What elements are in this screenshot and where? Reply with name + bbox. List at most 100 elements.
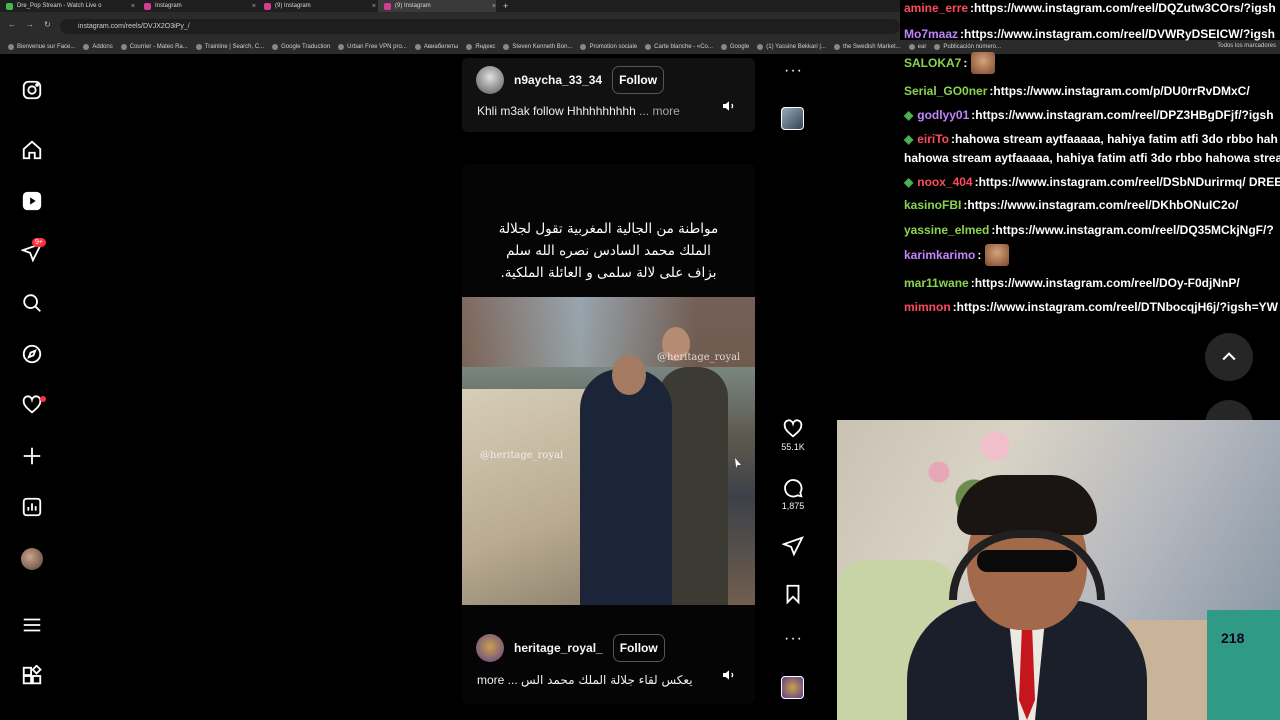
username[interactable]: n9aycha_33_34 [514, 73, 602, 87]
notification-dot [40, 396, 46, 402]
tab-label: (9) Instagram [275, 3, 311, 9]
reels-icon[interactable] [20, 189, 44, 213]
bookmark-label: Trainline | Search, C... [204, 44, 265, 50]
bookmark-favicon-icon [757, 44, 764, 50]
chat-username[interactable]: mimnon [904, 295, 951, 319]
chat-emote-icon [971, 52, 996, 74]
bookmark-favicon-icon [414, 44, 421, 50]
bookmark-item[interactable]: Steven Kenneth Bon... [503, 44, 572, 50]
chat-username[interactable]: kasinoFBI [904, 193, 961, 217]
bookmark-item[interactable]: Urban Free VPN pro... [338, 44, 407, 50]
instagram-favicon-icon [264, 2, 271, 10]
chat-username[interactable]: mar11wane [904, 271, 969, 295]
forward-icon[interactable]: → [26, 20, 34, 29]
tab-instagram-1[interactable]: Instagram × [138, 0, 256, 12]
instagram-favicon-icon [144, 2, 151, 10]
bookmark-item[interactable]: Carte blanche - «Co... [645, 44, 713, 50]
close-icon[interactable]: × [131, 3, 135, 10]
chat-username[interactable]: SALOKA7 [904, 51, 961, 75]
bookmark-item[interactable]: the Swedish Market... [833, 44, 901, 50]
chat-username[interactable]: noox_404 [917, 170, 972, 194]
webcam-jersey: 218 [1207, 610, 1280, 720]
bookmark-item[interactable]: Addons [83, 44, 113, 50]
comment-button[interactable]: 1,875 [778, 477, 808, 511]
chat-username[interactable]: Mo7maaz [904, 22, 958, 46]
chat-username[interactable]: karimkarimo [904, 243, 975, 267]
bookmark-label: Steven Kenneth Bon... [512, 44, 573, 50]
audio-thumbnail[interactable] [781, 676, 804, 699]
bookmark-item[interactable]: Promotion sociale [580, 44, 637, 50]
video-person-head [612, 355, 646, 395]
user-avatar[interactable] [476, 66, 504, 94]
home-icon[interactable] [20, 138, 44, 162]
username[interactable]: heritage_royal_ [514, 641, 603, 655]
more-options-icon[interactable]: ··· [784, 63, 803, 79]
chat-text: https://www.instagram.com/reel/DQ35MCkjN… [995, 223, 1274, 237]
follow-button[interactable]: Follow [612, 66, 665, 94]
reel-card-current[interactable]: مواطنة من الجالية المغربية تقول لجلالة ا… [462, 164, 755, 704]
url-input[interactable]: instagram.com/reels/DVJX2O3iPy_/ [60, 19, 900, 34]
close-icon[interactable]: × [252, 3, 256, 10]
like-button[interactable]: 55.1K [778, 418, 808, 452]
previous-reel-button[interactable] [1205, 333, 1253, 381]
video-person [580, 369, 672, 605]
bookmark-label: Bienvenue sur Face... [17, 44, 76, 50]
chat-message: Serial_GO0ner: https://www.instagram.com… [904, 79, 1250, 103]
chevron-up-icon [1222, 352, 1236, 361]
bookmark-item[interactable]: Courrier - Mateo Ra... [120, 44, 188, 50]
share-icon [782, 536, 804, 557]
bookmark-label: Courrier - Mateo Ra... [129, 44, 188, 50]
bookmark-label: Google Traduction [281, 44, 331, 50]
create-icon[interactable] [20, 444, 44, 468]
audio-thumbnail[interactable] [781, 107, 804, 130]
more-apps-icon[interactable] [20, 664, 44, 688]
chat-message: mimnon: https://www.instagram.com/reel/D… [904, 295, 1278, 319]
bookmark-item[interactable]: Google [720, 44, 749, 50]
profile-avatar[interactable] [21, 548, 43, 570]
chat-username[interactable]: amine_erre [904, 0, 968, 20]
bookmark-label: Addons [92, 44, 113, 50]
caption-text: Khli m3ak follow Hhhhhhhhhh [477, 104, 636, 118]
share-button[interactable] [778, 535, 808, 557]
explore-icon[interactable] [20, 342, 44, 366]
messages-badge: 9+ [32, 238, 46, 247]
dashboard-icon[interactable] [20, 495, 44, 519]
bookmark-item[interactable]: Яндекс [466, 44, 495, 50]
bookmark-favicon-icon [8, 44, 14, 50]
close-icon[interactable]: × [372, 3, 376, 10]
more-link[interactable]: more ... [477, 673, 518, 687]
reload-icon[interactable]: ↻ [44, 20, 51, 29]
bookmark-favicon-icon [195, 44, 202, 50]
more-link[interactable]: ... more [639, 104, 680, 118]
tab-label: Instagram [155, 3, 182, 9]
follow-button[interactable]: Follow [612, 634, 665, 662]
search-icon[interactable] [20, 291, 44, 315]
close-icon[interactable]: × [492, 3, 496, 10]
bookmark-item[interactable]: Trainline | Search, C... [195, 44, 265, 50]
bookmark-item[interactable]: (1) Yassine Bekkari |... [757, 44, 826, 50]
new-tab-icon[interactable]: + [503, 0, 508, 12]
mute-icon[interactable] [721, 98, 737, 114]
chat-username[interactable]: godlyy01 [917, 103, 969, 127]
more-options-icon[interactable]: ··· [784, 631, 803, 647]
heart-icon [783, 419, 803, 438]
chat-message: SALOKA7: [904, 51, 996, 75]
chat-username[interactable]: Serial_GO0ner [904, 79, 987, 103]
reel-video[interactable]: @heritage_royal @heritage_royal [462, 297, 755, 605]
bookmark-item[interactable]: Bienvenue sur Face... [8, 44, 75, 50]
back-icon[interactable]: ← [8, 20, 16, 29]
mute-icon[interactable] [721, 667, 737, 683]
chat-username[interactable]: yassine_elmed [904, 218, 989, 242]
save-button[interactable] [778, 583, 808, 605]
bookmark-item[interactable]: Google Traduction [272, 44, 330, 50]
menu-icon[interactable] [20, 613, 44, 637]
user-avatar[interactable] [476, 634, 504, 662]
bookmark-favicon-icon [272, 44, 279, 50]
chat-message: ◆ godlyy01: https://www.instagram.com/ree… [904, 103, 1274, 127]
instagram-logo-icon[interactable] [20, 78, 44, 102]
tab-instagram-3[interactable]: (9) Instagram × [378, 0, 496, 12]
bookmark-item[interactable]: Авиабилеты [414, 44, 458, 50]
tab-stream[interactable]: Dre_Pop Stream - Watch Live o × [0, 0, 135, 12]
tab-instagram-2[interactable]: (9) Instagram × [258, 0, 376, 12]
chat-text: https://www.instagram.com/reel/DKhbONuIC… [967, 198, 1239, 212]
